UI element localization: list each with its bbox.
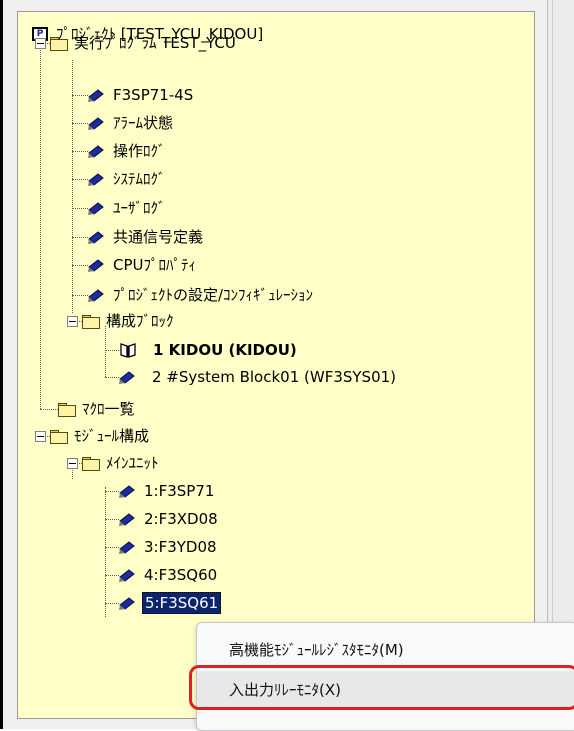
tree-node-macro-folder[interactable]: ﾏｸﾛ一覧	[58, 397, 137, 421]
tree-node-label: 4:F3SQ60	[144, 566, 218, 584]
program-pen-icon	[88, 172, 104, 186]
tree-node-label: 1 KIDOU (KIDOU)	[153, 341, 297, 359]
tree-node-label: 構成ﾌﾞﾛｯｸ	[106, 312, 174, 330]
tree-node-label: ｱﾗｰﾑ状態	[113, 114, 174, 132]
right-panel-edge	[547, 0, 574, 729]
tree-node-label: 操作ﾛｸﾞ	[113, 142, 166, 160]
tree-node-main-unit-folder[interactable]: ﾒｲﾝﾕﾆｯﾄ	[82, 451, 161, 475]
tree-node-label: 実行ﾌﾟﾛｸﾞﾗﾑ TEST_YCU	[74, 34, 236, 52]
tree-node-module-folder[interactable]: ﾓｼﾞｭｰﾙ構成	[50, 424, 151, 448]
tree-node-label: 共通信号定義	[113, 228, 204, 246]
tree-node-module-selected[interactable]: 5:F3SQ61	[119, 591, 222, 615]
tree-node-label: 5:F3SQ61	[142, 592, 222, 614]
tree-node-module[interactable]: 4:F3SQ60	[119, 563, 219, 587]
program-pen-icon	[88, 144, 104, 158]
tree-node-label: ﾏｸﾛ一覧	[82, 400, 135, 418]
program-pen-icon	[119, 370, 135, 384]
tree-line	[105, 487, 106, 617]
left-border	[0, 0, 3, 729]
collapse-toggle[interactable]	[67, 458, 78, 469]
folder-open-icon	[82, 456, 100, 471]
collapse-toggle[interactable]	[35, 38, 46, 49]
tree-node-program-folder[interactable]: 実行ﾌﾟﾛｸﾞﾗﾑ TEST_YCU	[50, 31, 238, 55]
tree-node-label: 1:F3SP71	[144, 482, 215, 500]
program-pen-icon	[88, 258, 104, 272]
tree-node-label: ﾕｰｻﾞﾛｸﾞ	[113, 199, 166, 217]
program-pen-icon	[88, 201, 104, 215]
folder-open-icon	[50, 36, 68, 51]
collapse-toggle[interactable]	[35, 431, 46, 442]
program-pen-icon	[88, 116, 104, 130]
program-pen-icon	[88, 288, 104, 302]
project-tree[interactable]: P ﾌﾟﾛｼﾞｪｸﾄ [TEST_YCU_KIDOU] 実行ﾌﾟﾛｸﾞﾗﾑ TE…	[17, 11, 535, 719]
tree-node-module[interactable]: 3:F3YD08	[119, 535, 219, 559]
tree-node-label: ｼｽﾃﾑﾛｸﾞ	[113, 170, 166, 188]
folder-icon	[58, 402, 76, 417]
collapse-toggle[interactable]	[67, 316, 78, 327]
tree-node-label: ﾌﾟﾛｼﾞｪｸﾄの設定/ｺﾝﾌｨｷﾞｭﾚｰｼｮﾝ	[113, 286, 314, 304]
program-pen-icon	[88, 88, 104, 102]
folder-open-icon	[50, 429, 68, 444]
folder-open-icon	[82, 314, 100, 329]
tree-node-program-item[interactable]: 操作ﾛｸﾞ	[88, 139, 168, 163]
tree-node-label: 2:F3XD08	[144, 510, 218, 528]
tree-node-label: 2 #System Block01 (WF3SYS01)	[152, 368, 397, 386]
tree-line	[105, 326, 106, 377]
tree-node-block-folder[interactable]: 構成ﾌﾞﾛｯｸ	[82, 309, 176, 333]
tree-node-label: ﾓｼﾞｭｰﾙ構成	[74, 427, 150, 445]
tree-node-block[interactable]: 1 KIDOU (KIDOU)	[119, 338, 299, 362]
menu-item-label: 高機能ﾓｼﾞｭｰﾙﾚｼﾞｽﾀﾓﾆﾀ(M)	[229, 640, 404, 659]
tree-line	[72, 60, 73, 313]
module-pen-icon	[119, 512, 135, 526]
program-pen-icon	[88, 230, 104, 244]
tree-node-program-item[interactable]: ｼｽﾃﾑﾛｸﾞ	[88, 167, 168, 191]
module-pen-icon	[119, 568, 135, 582]
tree-line	[40, 34, 41, 409]
tree-node-program-item[interactable]: 共通信号定義	[88, 225, 205, 249]
book-icon	[120, 343, 136, 358]
tree-node-label: 3:F3YD08	[144, 538, 217, 556]
tree-node-label: CPUﾌﾟﾛﾊﾟﾃｨ	[113, 256, 196, 274]
tree-node-label: F3SP71-4S	[113, 86, 194, 104]
tree-node-module[interactable]: 2:F3XD08	[119, 507, 220, 531]
tree-node-program-item[interactable]: ﾕｰｻﾞﾛｸﾞ	[88, 196, 168, 220]
tree-node-module[interactable]: 1:F3SP71	[119, 479, 216, 503]
tree-node-block[interactable]: 2 #System Block01 (WF3SYS01)	[119, 365, 398, 389]
tree-node-program-item[interactable]: CPUﾌﾟﾛﾊﾟﾃｨ	[88, 253, 198, 277]
tree-node-label: ﾒｲﾝﾕﾆｯﾄ	[106, 454, 159, 472]
tree-node-program-item[interactable]: ﾌﾟﾛｼﾞｪｸﾄの設定/ｺﾝﾌｨｷﾞｭﾚｰｼｮﾝ	[88, 283, 315, 307]
tree-node-program-item[interactable]: ｱﾗｰﾑ状態	[88, 111, 175, 135]
module-pen-icon	[119, 484, 135, 498]
menu-item-module-register-monitor[interactable]: 高機能ﾓｼﾞｭｰﾙﾚｼﾞｽﾀﾓﾆﾀ(M)	[197, 631, 574, 667]
annotation-highlight-box	[189, 665, 574, 710]
module-pen-icon	[119, 596, 135, 610]
tree-node-program-item[interactable]: F3SP71-4S	[88, 83, 195, 107]
module-pen-icon	[119, 540, 135, 554]
